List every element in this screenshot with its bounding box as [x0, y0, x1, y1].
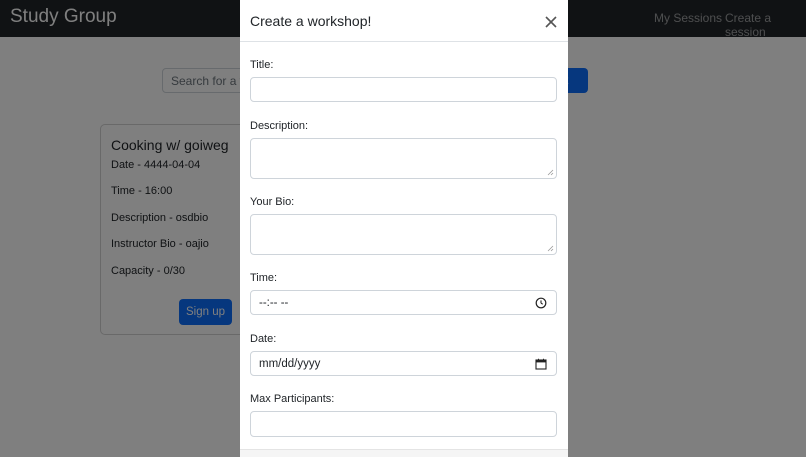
modal-header: Create a workshop!: [240, 0, 568, 42]
bio-textarea[interactable]: [250, 214, 557, 255]
close-icon[interactable]: [540, 11, 562, 33]
description-textarea[interactable]: [250, 138, 557, 179]
max-participants-label: Max Participants:: [250, 393, 335, 405]
title-input[interactable]: [250, 77, 557, 102]
modal-footer: [240, 449, 568, 457]
resize-handle-icon[interactable]: [547, 169, 554, 176]
calendar-icon[interactable]: [535, 358, 547, 370]
resize-handle-icon[interactable]: [547, 245, 554, 252]
max-participants-input[interactable]: [250, 411, 557, 437]
create-workshop-modal: Create a workshop! Title: Description: Y…: [240, 0, 568, 457]
clock-icon[interactable]: [535, 297, 547, 309]
time-input-value: --:-- --: [259, 297, 289, 309]
date-input-value: mm/dd/yyyy: [259, 358, 321, 370]
date-input[interactable]: mm/dd/yyyy: [250, 351, 557, 376]
bio-label: Your Bio:: [250, 196, 295, 208]
time-label: Time:: [250, 272, 278, 284]
title-label: Title:: [250, 59, 274, 71]
time-input[interactable]: --:-- --: [250, 290, 557, 315]
modal-title: Create a workshop!: [250, 13, 372, 29]
date-label: Date:: [250, 333, 277, 345]
description-label: Description:: [250, 120, 309, 132]
